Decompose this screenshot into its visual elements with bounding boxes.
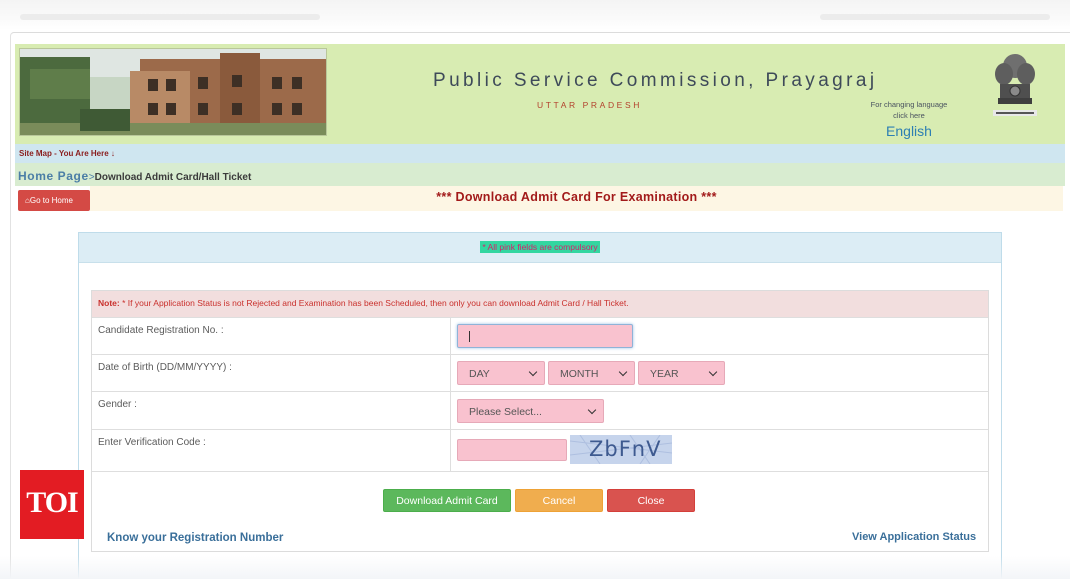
row-divider bbox=[450, 355, 451, 391]
go-to-home-label: Go to Home bbox=[29, 196, 73, 205]
chevron-down-icon bbox=[708, 367, 718, 377]
row-divider bbox=[450, 430, 451, 471]
chevron-down-icon bbox=[528, 367, 538, 377]
breadcrumb-current: Download Admit Card/Hall Ticket bbox=[94, 172, 252, 183]
row-divider bbox=[450, 392, 451, 429]
blur-smudge bbox=[820, 14, 1050, 20]
know-registration-number-link[interactable]: Know your Registration Number bbox=[107, 532, 283, 544]
site-title: Public Service Commission, Prayagraj bbox=[433, 70, 878, 91]
cancel-button[interactable]: Cancel bbox=[515, 489, 603, 512]
note-label: Note: bbox=[98, 298, 120, 308]
bottom-blur-strip bbox=[0, 556, 1070, 579]
row-divider bbox=[450, 318, 451, 354]
note-text: * If your Application Status is not Reje… bbox=[119, 298, 629, 308]
breadcrumb: Home Page>Download Admit Card/Hall Ticke… bbox=[15, 163, 1065, 186]
dob-day-select[interactable]: DAY bbox=[457, 361, 545, 385]
eligibility-note: Note: * If your Application Status is no… bbox=[92, 291, 988, 317]
verification-code-input[interactable] bbox=[457, 439, 567, 461]
registration-row: Candidate Registration No. : bbox=[92, 317, 988, 354]
site-map-bar: Site Map - You Are Here ↓ bbox=[15, 144, 1065, 163]
site-subtitle: UTTAR PRADESH bbox=[537, 100, 642, 110]
captcha-text: ZbFnV bbox=[589, 437, 662, 461]
dob-day-value: DAY bbox=[469, 368, 490, 380]
captcha-image: ZbFnV bbox=[570, 435, 672, 464]
verification-row: Enter Verification Code : ZbFnV bbox=[92, 429, 988, 471]
dob-month-select[interactable]: MONTH bbox=[548, 361, 635, 385]
dob-year-value: YEAR bbox=[650, 368, 679, 380]
chevron-down-icon bbox=[587, 405, 597, 415]
panel-header: * All pink fields are compulsory bbox=[79, 233, 1001, 263]
gender-row: Gender : Please Select... bbox=[92, 391, 988, 429]
top-blur-strip bbox=[0, 0, 1070, 30]
dob-year-select[interactable]: YEAR bbox=[638, 361, 725, 385]
language-note-line2: click here bbox=[893, 111, 925, 120]
go-to-home-button[interactable]: ⌂Go to Home bbox=[18, 190, 90, 211]
language-note: For changing language click here bbox=[865, 99, 953, 121]
dob-month-value: MONTH bbox=[560, 368, 599, 380]
breadcrumb-home-link[interactable]: Home Page bbox=[18, 169, 89, 183]
national-emblem-icon bbox=[990, 50, 1040, 128]
admit-card-form: Note: * If your Application Status is no… bbox=[91, 290, 989, 552]
chevron-down-icon bbox=[618, 367, 628, 377]
building-photo bbox=[19, 48, 327, 136]
download-admit-card-button[interactable]: Download Admit Card bbox=[383, 489, 511, 512]
toi-watermark-logo: TOI bbox=[20, 470, 84, 539]
language-note-line1: For changing language bbox=[870, 100, 948, 109]
view-application-status-link[interactable]: View Application Status bbox=[852, 531, 976, 543]
dob-label: Date of Birth (DD/MM/YYYY) : bbox=[98, 362, 232, 373]
verification-label: Enter Verification Code : bbox=[98, 437, 206, 448]
page-title: *** Download Admit Card For Examination … bbox=[90, 186, 1063, 211]
gender-value: Please Select... bbox=[469, 406, 542, 418]
dob-row: Date of Birth (DD/MM/YYYY) : DAY MONTH Y… bbox=[92, 354, 988, 391]
registration-label: Candidate Registration No. : bbox=[98, 325, 224, 336]
blur-smudge bbox=[20, 14, 320, 20]
gender-select[interactable]: Please Select... bbox=[457, 399, 604, 423]
spacer-row bbox=[92, 471, 988, 483]
english-language-link[interactable]: English bbox=[865, 123, 953, 139]
site-header: Public Service Commission, Prayagraj UTT… bbox=[15, 44, 1065, 144]
compulsory-fields-note: * All pink fields are compulsory bbox=[480, 241, 600, 253]
registration-number-input[interactable] bbox=[457, 324, 633, 348]
close-button[interactable]: Close bbox=[607, 489, 695, 512]
text-caret bbox=[469, 331, 470, 342]
gender-label: Gender : bbox=[98, 399, 137, 410]
